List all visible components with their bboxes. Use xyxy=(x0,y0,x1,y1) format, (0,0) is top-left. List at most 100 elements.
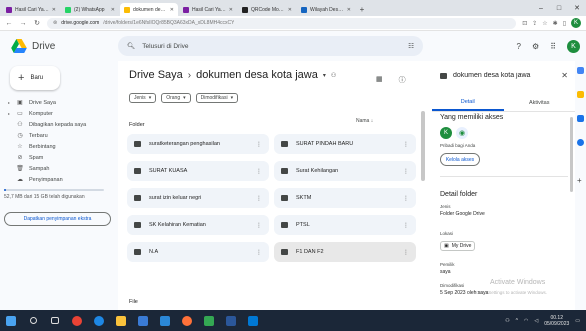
tab-close-icon[interactable]: ✕ xyxy=(347,7,351,13)
browser-tab[interactable]: QRCode Monkey - Th...✕ xyxy=(238,3,296,16)
people-icon[interactable]: ⚇ xyxy=(505,318,509,324)
mail-icon[interactable] xyxy=(154,310,176,331)
reload-icon[interactable]: ↻ xyxy=(33,19,41,27)
folder-card[interactable]: N.A ⋮ xyxy=(127,242,269,262)
edge-icon[interactable] xyxy=(88,310,110,331)
search-input[interactable]: Telusuri di Drive xyxy=(142,43,401,50)
folder-card[interactable]: PTSL ⋮ xyxy=(274,215,416,235)
breadcrumb-current[interactable]: dokumen desa kota jawa xyxy=(196,69,318,81)
more-options-icon[interactable]: ⋮ xyxy=(256,195,262,202)
start-icon[interactable] xyxy=(0,310,22,331)
more-options-icon[interactable]: ⋮ xyxy=(256,141,262,148)
sidebar-item-terbaru[interactable]: ◷ Terbaru xyxy=(0,130,118,141)
tab-aktivitas[interactable]: Aktivitas xyxy=(504,95,576,111)
firefox-icon[interactable] xyxy=(176,310,198,331)
expand-caret-icon[interactable]: ▸ xyxy=(8,111,11,116)
tasks-icon[interactable] xyxy=(577,115,584,122)
link-sharing-icon[interactable]: ◉ xyxy=(456,127,468,139)
location-chip[interactable]: ▣ My Drive xyxy=(440,241,476,251)
search-icon[interactable]: 🔍︎ xyxy=(127,42,135,50)
drive-logo[interactable]: Drive xyxy=(0,39,118,53)
sort-control[interactable]: Nama ↓ xyxy=(356,118,373,124)
get-more-storage-button[interactable]: Dapatkan penyimpanan ekstra xyxy=(4,212,111,226)
folder-card[interactable]: SK Kelahiran Kematian ⋮ xyxy=(127,215,269,235)
tab-close-icon[interactable]: ✕ xyxy=(111,7,115,13)
maximize-icon[interactable]: □ xyxy=(550,5,568,12)
folder-card[interactable]: SURAT PINDAH BARU ⋮ xyxy=(274,134,416,154)
tab-detail[interactable]: Detail xyxy=(432,95,504,111)
calendar-icon[interactable] xyxy=(577,67,584,74)
tray-chevron-icon[interactable]: ^ xyxy=(516,318,518,324)
sidebar-item-dibagikan-kepada-saya[interactable]: ⚇ Dibagikan kepada saya xyxy=(0,119,118,130)
network-icon[interactable]: ◠ xyxy=(524,318,528,324)
tab-close-icon[interactable]: ✕ xyxy=(229,7,233,13)
more-options-icon[interactable]: ⋮ xyxy=(403,141,409,148)
browser-tab[interactable]: (2) WhatsApp ✕ xyxy=(61,3,119,16)
folder-card[interactable]: surat izin keluar negri ⋮ xyxy=(127,188,269,208)
main-scrollbar[interactable] xyxy=(421,111,425,181)
folder-card[interactable]: suratketerangan penghasilan ⋮ xyxy=(127,134,269,154)
folder-menu-chevron-icon[interactable]: ▾ xyxy=(323,72,326,79)
sidebar-item-penyimpanan[interactable]: ☁ Penyimpanan xyxy=(0,174,118,185)
account-avatar[interactable]: K xyxy=(567,39,580,53)
breadcrumb-root[interactable]: Drive Saya xyxy=(129,69,183,81)
notifications-icon[interactable]: ▭ xyxy=(575,318,580,324)
file-explorer-icon[interactable] xyxy=(110,310,132,331)
folder-card[interactable]: Surat Kehilangan ⋮ xyxy=(274,161,416,181)
url-field[interactable]: ⊜ drive.google.com/drive/folders/1e6NfsI… xyxy=(47,17,517,29)
search-box[interactable]: 🔍︎ Telusuri di Drive ☷ xyxy=(118,36,423,56)
tab-close-icon[interactable]: ✕ xyxy=(52,7,56,13)
volume-icon[interactable]: ◁ xyxy=(534,318,538,324)
settings-gear-icon[interactable]: ⚙ xyxy=(532,42,539,51)
store-icon[interactable] xyxy=(132,310,154,331)
filter-chip[interactable]: Dimodifikasi ▾ xyxy=(195,93,239,103)
bookmark-star-icon[interactable]: ☆ xyxy=(542,20,547,27)
folder-card[interactable]: SKTM ⋮ xyxy=(274,188,416,208)
more-options-icon[interactable]: ⋮ xyxy=(256,249,262,256)
shared-people-icon[interactable]: ⚇ xyxy=(331,72,336,79)
more-options-icon[interactable]: ⋮ xyxy=(256,168,262,175)
minimize-icon[interactable]: – xyxy=(532,5,550,12)
browser-tab[interactable]: dokumen desa kota j...✕ xyxy=(120,3,178,16)
word-icon[interactable] xyxy=(220,310,242,331)
search-options-icon[interactable]: ☷ xyxy=(408,42,414,50)
sidebar-item-berbintang[interactable]: ☆ Berbintang xyxy=(0,141,118,152)
taskbar-search-icon[interactable] xyxy=(22,310,44,331)
browser-tab[interactable]: Wilayah Desa - KOTA✕ xyxy=(297,3,355,16)
extensions-icon[interactable]: ✱ xyxy=(553,20,558,27)
more-options-icon[interactable]: ⋮ xyxy=(403,249,409,256)
details-scrollbar[interactable] xyxy=(570,117,573,192)
more-options-icon[interactable]: ⋮ xyxy=(403,195,409,202)
filter-chip[interactable]: Jenis ▾ xyxy=(129,93,157,103)
more-options-icon[interactable]: ⋮ xyxy=(256,222,262,229)
sidebar-item-sampah[interactable]: 🗑︎ Sampah xyxy=(0,163,118,174)
add-addon-icon[interactable]: + xyxy=(577,176,582,185)
google-lens-icon[interactable]: ⊡ xyxy=(522,20,527,27)
sidebar-item-spam[interactable]: ⊘ Spam xyxy=(0,152,118,163)
sidebar-item-drive-saya[interactable]: ▸ ▣ Drive Saya xyxy=(0,97,118,108)
folder-card[interactable]: F1 DAN F2 ⋮ xyxy=(274,242,416,262)
task-view-icon[interactable] xyxy=(44,310,66,331)
site-info-icon[interactable]: ⊜ xyxy=(53,20,57,26)
clock[interactable]: 00.12 05/09/2023 xyxy=(544,315,569,327)
sidebar-item-komputer[interactable]: ▸ ▭ Komputer xyxy=(0,108,118,119)
info-icon[interactable]: ⓘ xyxy=(399,75,406,85)
close-window-icon[interactable]: ✕ xyxy=(568,4,586,12)
browser-tab[interactable]: Hasil Cari Yahoo untuk✕ xyxy=(179,3,237,16)
new-tab-button[interactable]: + xyxy=(356,3,368,16)
browser-profile-avatar[interactable]: K xyxy=(571,18,581,28)
tab-close-icon[interactable]: ✕ xyxy=(288,7,292,13)
app-icon[interactable] xyxy=(198,310,220,331)
expand-caret-icon[interactable]: ▸ xyxy=(8,100,11,105)
folder-card[interactable]: SURAT KUASA ⋮ xyxy=(127,161,269,181)
browser-tab[interactable]: Hasil Cari Yahoo untuk✕ xyxy=(2,3,60,16)
photos-icon[interactable] xyxy=(242,310,264,331)
help-icon[interactable]: ? xyxy=(517,42,521,51)
grid-view-icon[interactable]: ▦ xyxy=(376,75,383,85)
share-icon[interactable]: ⇪ xyxy=(532,20,537,27)
new-button[interactable]: + Baru xyxy=(10,66,60,90)
more-options-icon[interactable]: ⋮ xyxy=(403,168,409,175)
close-icon[interactable]: ✕ xyxy=(561,71,568,80)
manage-access-button[interactable]: Kelola akses xyxy=(440,153,480,166)
filter-chip[interactable]: Orang ▾ xyxy=(161,93,191,103)
